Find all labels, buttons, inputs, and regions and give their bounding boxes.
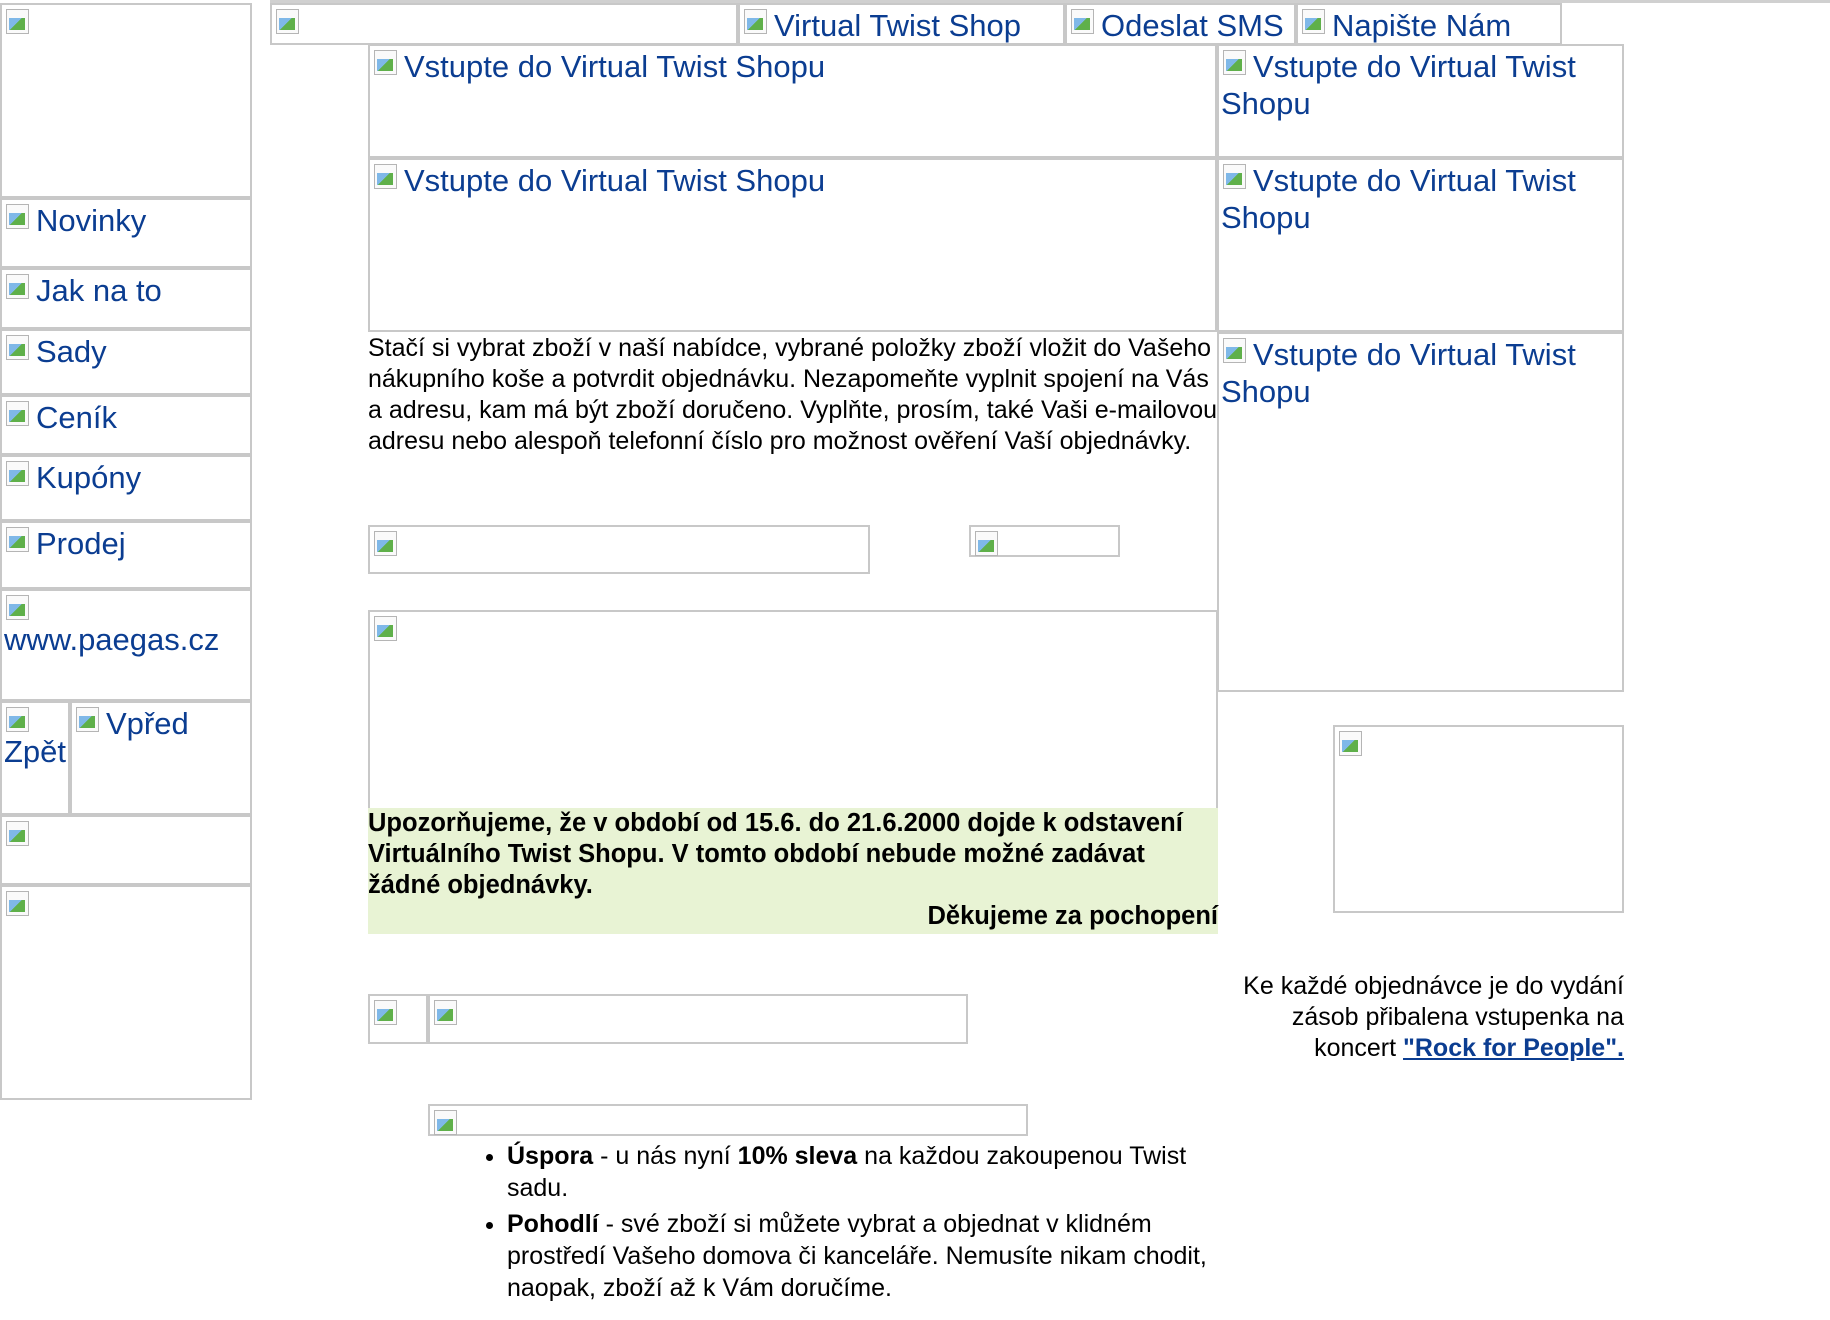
broken-image-icon xyxy=(4,272,34,300)
sidebar-item-label: Kupóny xyxy=(36,460,142,495)
button-image-1[interactable] xyxy=(368,525,870,574)
broken-image-icon xyxy=(4,889,34,917)
bottom-banner-image xyxy=(428,994,968,1044)
broken-image-icon xyxy=(4,399,34,427)
banner-label: Vstupte do Virtual Twist Shopu xyxy=(1221,337,1576,409)
broken-image-icon xyxy=(372,529,402,557)
sidebar-item-label: Sady xyxy=(36,334,107,369)
rock-for-people-link[interactable]: "Rock for People". xyxy=(1403,1034,1624,1062)
list-item: Pohodlí - své zboží si můžete vybrat a o… xyxy=(507,1208,1220,1304)
sidebar-item-label: Prodej xyxy=(36,526,126,561)
broken-image-icon xyxy=(372,614,402,642)
intro-text: Stačí si vybrat zboží v naší nabídce, vy… xyxy=(368,334,1218,455)
broken-image-icon xyxy=(4,525,34,553)
broken-image-icon xyxy=(1221,48,1251,76)
sidebar-logo[interactable] xyxy=(0,3,252,198)
benefits-list: Úspora - u nás nyní 10% sleva na každou … xyxy=(460,1140,1220,1308)
broken-image-icon xyxy=(372,48,402,76)
enter-shop-side-1[interactable]: Vstupte do Virtual Twist Shopu xyxy=(1217,44,1624,158)
enter-shop-banner-1[interactable]: Vstupte do Virtual Twist Shopu xyxy=(368,44,1217,158)
banner-label: Vstupte do Virtual Twist Shopu xyxy=(1221,163,1576,235)
forward-link[interactable]: Vpřed xyxy=(70,701,252,815)
broken-image-icon xyxy=(1300,7,1330,35)
forward-label: Vpřed xyxy=(106,706,189,741)
broken-image-icon xyxy=(973,529,1003,557)
nav-label: Napište Nám xyxy=(1332,8,1512,43)
broken-image-icon xyxy=(4,705,34,733)
broken-image-icon xyxy=(432,1108,462,1136)
broken-image-icon xyxy=(372,162,402,190)
benefits-heading-image xyxy=(428,1104,1028,1136)
sidebar-item-prodej[interactable]: Prodej xyxy=(0,521,252,589)
bottom-icon-image xyxy=(368,994,428,1044)
sidebar-item-cenik[interactable]: Ceník xyxy=(0,395,252,455)
sidebar-image-2 xyxy=(0,885,252,1100)
notice-thanks: Děkujeme za pochopení xyxy=(927,902,1219,930)
sidebar-item-jak-na-to[interactable]: Jak na to xyxy=(0,268,252,329)
side-image xyxy=(1333,725,1624,913)
button-image-2[interactable] xyxy=(969,525,1120,557)
broken-image-icon xyxy=(4,202,34,230)
nav-virtual-twist-shop[interactable]: Virtual Twist Shop xyxy=(738,3,1065,45)
nav-label: Odeslat SMS xyxy=(1101,8,1284,43)
nav-label: Virtual Twist Shop xyxy=(774,8,1021,43)
header-banner xyxy=(270,3,738,45)
back-link[interactable]: Zpět xyxy=(0,701,70,815)
broken-image-icon xyxy=(4,593,34,621)
enter-shop-side-3[interactable]: Vstupte do Virtual Twist Shopu xyxy=(1217,332,1624,692)
concert-info: Ke každé objednávce je do vydání zásob p… xyxy=(1218,971,1624,1064)
broken-image-icon xyxy=(1221,336,1251,364)
broken-image-icon xyxy=(4,819,34,847)
sidebar-item-kupony[interactable]: Kupóny xyxy=(0,455,252,521)
shutdown-notice: Upozorňujeme, že v období od 15.6. do 21… xyxy=(368,808,1218,934)
main-image xyxy=(368,610,1218,810)
sidebar-image-1 xyxy=(0,815,252,885)
broken-image-icon xyxy=(4,7,34,35)
broken-image-icon xyxy=(4,459,34,487)
broken-image-icon xyxy=(1069,7,1099,35)
enter-shop-banner-2[interactable]: Vstupte do Virtual Twist Shopu xyxy=(368,158,1217,332)
sidebar-item-label: Novinky xyxy=(36,203,147,238)
sidebar-item-sady[interactable]: Sady xyxy=(0,329,252,395)
broken-image-icon xyxy=(432,998,462,1026)
banner-label: Vstupte do Virtual Twist Shopu xyxy=(1221,49,1576,121)
broken-image-icon xyxy=(74,705,104,733)
enter-shop-side-2[interactable]: Vstupte do Virtual Twist Shopu xyxy=(1217,158,1624,332)
broken-image-icon xyxy=(274,7,304,35)
list-item: Úspora - u nás nyní 10% sleva na každou … xyxy=(507,1140,1220,1204)
sidebar-item-novinky[interactable]: Novinky xyxy=(0,198,252,268)
sidebar-item-label: www.paegas.cz xyxy=(4,622,220,657)
sidebar-item-label: Ceník xyxy=(36,400,117,435)
broken-image-icon xyxy=(372,998,402,1026)
broken-image-icon xyxy=(1337,729,1367,757)
broken-image-icon xyxy=(1221,162,1251,190)
banner-label: Vstupte do Virtual Twist Shopu xyxy=(404,49,826,84)
banner-label: Vstupte do Virtual Twist Shopu xyxy=(404,163,826,198)
broken-image-icon xyxy=(742,7,772,35)
broken-image-icon xyxy=(4,333,34,361)
back-label: Zpět xyxy=(4,734,67,769)
notice-text: Upozorňujeme, že v období od 15.6. do 21… xyxy=(368,809,1183,899)
nav-send-sms[interactable]: Odeslat SMS xyxy=(1065,3,1296,45)
sidebar-item-label: Jak na to xyxy=(36,273,162,308)
nav-write-us[interactable]: Napište Nám xyxy=(1296,3,1562,45)
sidebar-item-paegas[interactable]: www.paegas.cz xyxy=(0,589,252,701)
